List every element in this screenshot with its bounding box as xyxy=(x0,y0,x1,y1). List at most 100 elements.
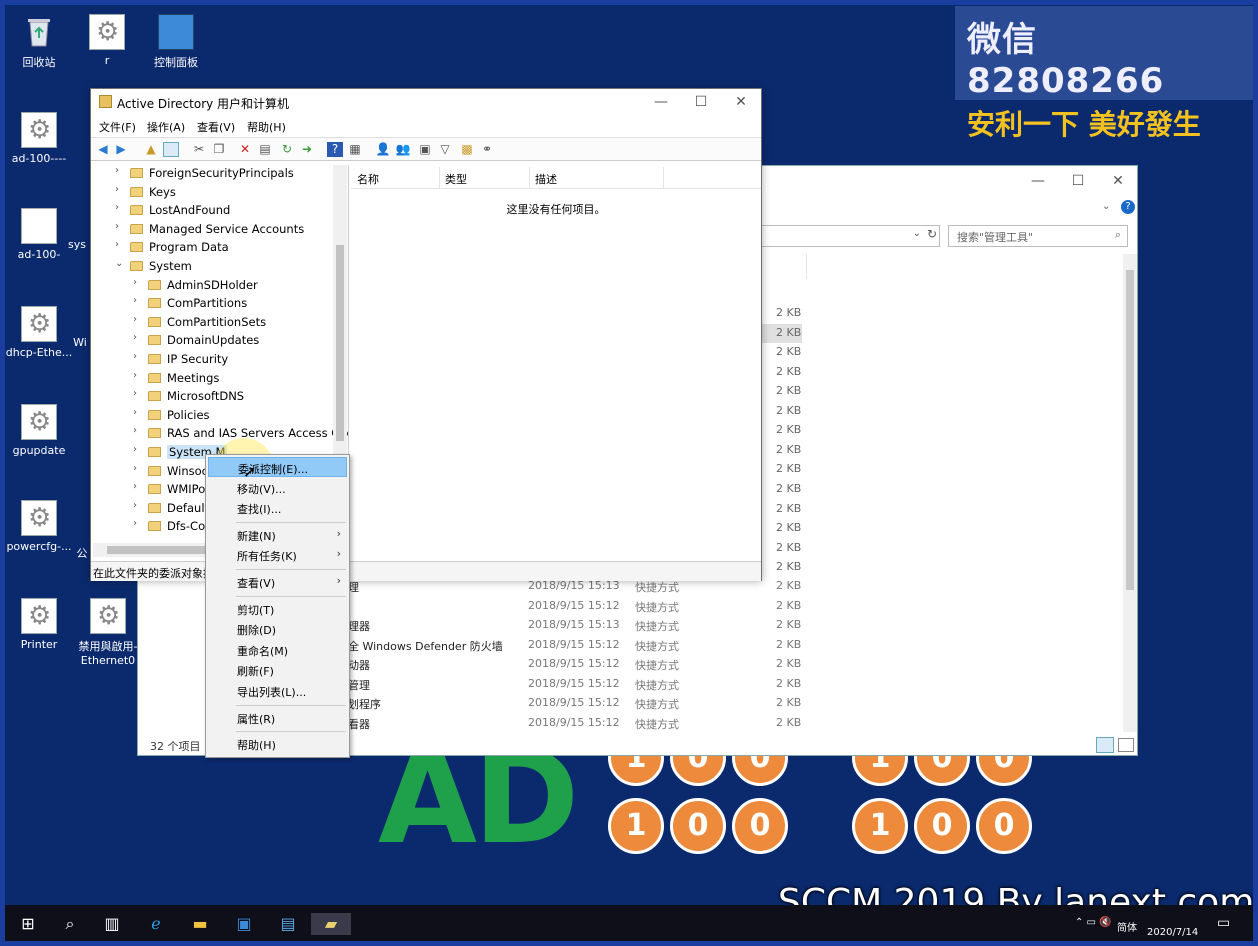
chevron-right-icon[interactable]: › xyxy=(133,444,137,455)
search-icon[interactable]: ⌕ xyxy=(59,913,81,935)
desktop-icon-ethernet-toggle[interactable]: 禁用與啟用-Ethernet0 xyxy=(72,598,144,667)
column-name[interactable]: 名称 xyxy=(357,171,379,187)
scrollbar-thumb[interactable] xyxy=(1126,270,1134,590)
copy-icon[interactable]: ❐ xyxy=(211,142,227,157)
table-row[interactable]: 看器 2018/9/15 15:12 快捷方式 2 KB xyxy=(344,714,804,733)
internet-explorer-icon[interactable]: ℯ xyxy=(145,913,167,935)
windows-start-icon[interactable]: ⊞ xyxy=(17,913,39,935)
menu-file[interactable]: 文件(F) xyxy=(99,119,136,135)
menu-action[interactable]: 操作(A) xyxy=(147,119,185,135)
chevron-right-icon[interactable]: › xyxy=(133,314,137,325)
maximize-icon[interactable]: ☐ xyxy=(681,91,721,113)
tree-node[interactable]: › ComPartitionSets xyxy=(93,314,348,332)
menu-view[interactable]: 查看(V) xyxy=(197,119,235,135)
chevron-right-icon[interactable]: › xyxy=(133,277,137,288)
ime-indicator[interactable]: 简体 xyxy=(1117,919,1137,934)
export-icon[interactable]: ➜ xyxy=(299,142,315,157)
desktop-icon-gpupdate[interactable]: gpupdate xyxy=(4,404,74,457)
console-icon[interactable]: ▦ xyxy=(347,142,363,157)
chevron-right-icon[interactable]: › xyxy=(133,425,137,436)
tree-node[interactable]: › MicrosoftDNS xyxy=(93,388,348,406)
minimize-icon[interactable]: — xyxy=(641,91,681,113)
tree-node[interactable]: › Policies xyxy=(93,407,348,425)
notification-icon[interactable]: ▭ xyxy=(1217,915,1230,931)
cut-icon[interactable]: ✂ xyxy=(191,142,207,157)
details-view-icon[interactable] xyxy=(1096,737,1114,753)
new-ou-icon[interactable]: ▣ xyxy=(417,142,433,157)
context-menu-item[interactable]: 重命名(M) xyxy=(208,640,347,660)
chevron-right-icon[interactable]: › xyxy=(133,518,137,529)
tree-node[interactable]: › IP Security xyxy=(93,351,348,369)
help-icon[interactable]: ? xyxy=(327,142,343,157)
context-menu-item[interactable]: 所有任务(K) › xyxy=(208,545,347,565)
desktop-icon-wi[interactable]: Wi xyxy=(68,336,92,349)
chevron-right-icon[interactable]: › xyxy=(115,239,119,250)
new-group-icon[interactable]: 👥 xyxy=(395,142,411,157)
tree-node[interactable]: › LostAndFound xyxy=(93,202,348,220)
chevron-right-icon[interactable]: › xyxy=(115,221,119,232)
chevron-right-icon[interactable]: › xyxy=(133,388,137,399)
context-menu-item[interactable]: 委派控制(E)... xyxy=(208,457,347,477)
tray-icons[interactable]: ⌃ ▭ 🔇 xyxy=(1075,917,1112,928)
properties-icon[interactable]: ▤ xyxy=(257,142,273,157)
desktop-icon-r[interactable]: r xyxy=(72,14,142,67)
table-row[interactable]: 动器 2018/9/15 15:12 快捷方式 2 KB xyxy=(344,655,804,674)
ad-titlebar[interactable]: Active Directory 用户和计算机 — ☐ ✕ xyxy=(91,89,761,115)
ad-users-computers-window[interactable]: Active Directory 用户和计算机 — ☐ ✕ 文件(F) 操作(A… xyxy=(90,88,762,581)
tree-node[interactable]: › AdminSDHolder xyxy=(93,277,348,295)
show-tree-icon[interactable] xyxy=(163,142,179,157)
chevron-right-icon[interactable]: › xyxy=(133,481,137,492)
context-menu-item[interactable]: 属性(R) xyxy=(208,708,347,728)
minimize-icon[interactable]: — xyxy=(1018,170,1058,192)
chevron-right-icon[interactable]: › xyxy=(133,351,137,362)
chevron-right-icon[interactable]: › xyxy=(133,295,137,306)
close-icon[interactable]: ✕ xyxy=(721,91,761,113)
chevron-right-icon[interactable]: › xyxy=(115,202,119,213)
new-user-icon[interactable]: 👤 xyxy=(375,142,391,157)
file-explorer-icon[interactable]: ▬ xyxy=(189,913,211,935)
forward-icon[interactable]: ▶ xyxy=(113,142,129,157)
column-type[interactable]: 类型 xyxy=(445,171,467,187)
task-view-icon[interactable]: ▥ xyxy=(101,913,123,935)
up-folder-icon[interactable]: ▲ xyxy=(143,142,159,157)
chevron-right-icon[interactable]: › xyxy=(133,463,137,474)
tree-node[interactable]: › Meetings xyxy=(93,370,348,388)
large-icons-view-icon[interactable] xyxy=(1118,738,1134,752)
refresh-icon[interactable]: ↻ xyxy=(927,227,937,241)
desktop-icon-sys[interactable]: sys xyxy=(62,238,92,251)
chevron-right-icon[interactable]: › xyxy=(133,407,137,418)
desktop-icon-gong[interactable]: 公 xyxy=(74,545,90,561)
desktop-icon-dhcp[interactable]: dhcp-Ethe... xyxy=(4,306,74,359)
context-menu-item[interactable]: 新建(N) › xyxy=(208,525,347,545)
tree-node[interactable]: › ComPartitions xyxy=(93,295,348,313)
table-row[interactable]: 全 Windows Defender 防火墙 2018/9/15 15:12 快捷方… xyxy=(344,636,804,655)
chevron-down-icon[interactable]: ⌄ xyxy=(115,258,123,269)
filter-icon[interactable]: ▽ xyxy=(437,142,453,157)
table-row[interactable]: 理器 2018/9/15 15:13 快捷方式 2 KB xyxy=(344,616,804,635)
context-menu-item[interactable]: 剪切(T) xyxy=(208,599,347,619)
desktop-icon-recycle-bin[interactable]: 回收站 xyxy=(4,14,74,70)
column-description[interactable]: 描述 xyxy=(535,171,557,187)
help-icon[interactable]: ? xyxy=(1121,200,1135,214)
context-menu-item[interactable]: 删除(D) xyxy=(208,619,347,639)
tree-node[interactable]: › Program Data xyxy=(93,239,348,257)
chevron-down-icon[interactable]: ⌄ xyxy=(1102,201,1110,212)
context-menu-item[interactable]: 帮助(H) xyxy=(208,734,347,754)
server-manager-icon[interactable]: ▤ xyxy=(277,913,299,935)
menu-help[interactable]: 帮助(H) xyxy=(247,119,286,135)
table-row[interactable]: 管理 2018/9/15 15:12 快捷方式 2 KB xyxy=(344,675,804,694)
table-row[interactable]: 2018/9/15 15:12 快捷方式 2 KB xyxy=(344,597,804,616)
desktop-icon-printer[interactable]: Printer xyxy=(4,598,74,651)
tree-node[interactable]: › ForeignSecurityPrincipals xyxy=(93,165,348,183)
chevron-right-icon[interactable]: › xyxy=(115,184,119,195)
tree-node[interactable]: › Keys xyxy=(93,184,348,202)
table-row[interactable]: 划程序 2018/9/15 15:12 快捷方式 2 KB xyxy=(344,694,804,713)
search-input[interactable]: 搜索"管理工具" ⌕ xyxy=(948,225,1128,247)
context-menu-item[interactable]: 刷新(F) xyxy=(208,660,347,680)
chevron-down-icon[interactable]: ⌄ xyxy=(913,228,921,239)
scrollbar-thumb[interactable] xyxy=(107,546,217,554)
chevron-right-icon[interactable]: › xyxy=(133,500,137,511)
tree-node[interactable]: › Managed Service Accounts xyxy=(93,221,348,239)
scrollbar-thumb[interactable] xyxy=(336,245,344,441)
desktop-icon-ad-100-file[interactable]: ad-100- xyxy=(4,208,74,261)
